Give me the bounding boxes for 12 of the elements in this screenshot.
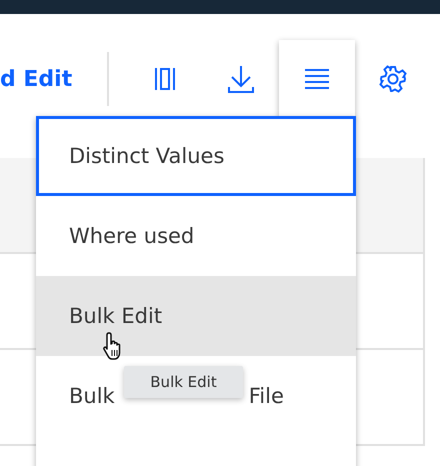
settings-icon [379,65,407,93]
download-icon [228,65,254,93]
menu-item[interactable]: Bulk [69,384,115,408]
menu-item[interactable]: Distinct Values [36,116,356,196]
columns-icon [154,67,176,91]
menu-item[interactable]: Bulk Edit [36,276,356,356]
tooltip: Bulk Edit [124,366,243,398]
edit-link[interactable]: d Edit [0,66,77,92]
menu-item[interactable]: File [248,384,284,408]
menu-button[interactable] [279,40,355,118]
menu-item[interactable]: Where used [36,196,356,276]
menu-icon [305,69,329,89]
